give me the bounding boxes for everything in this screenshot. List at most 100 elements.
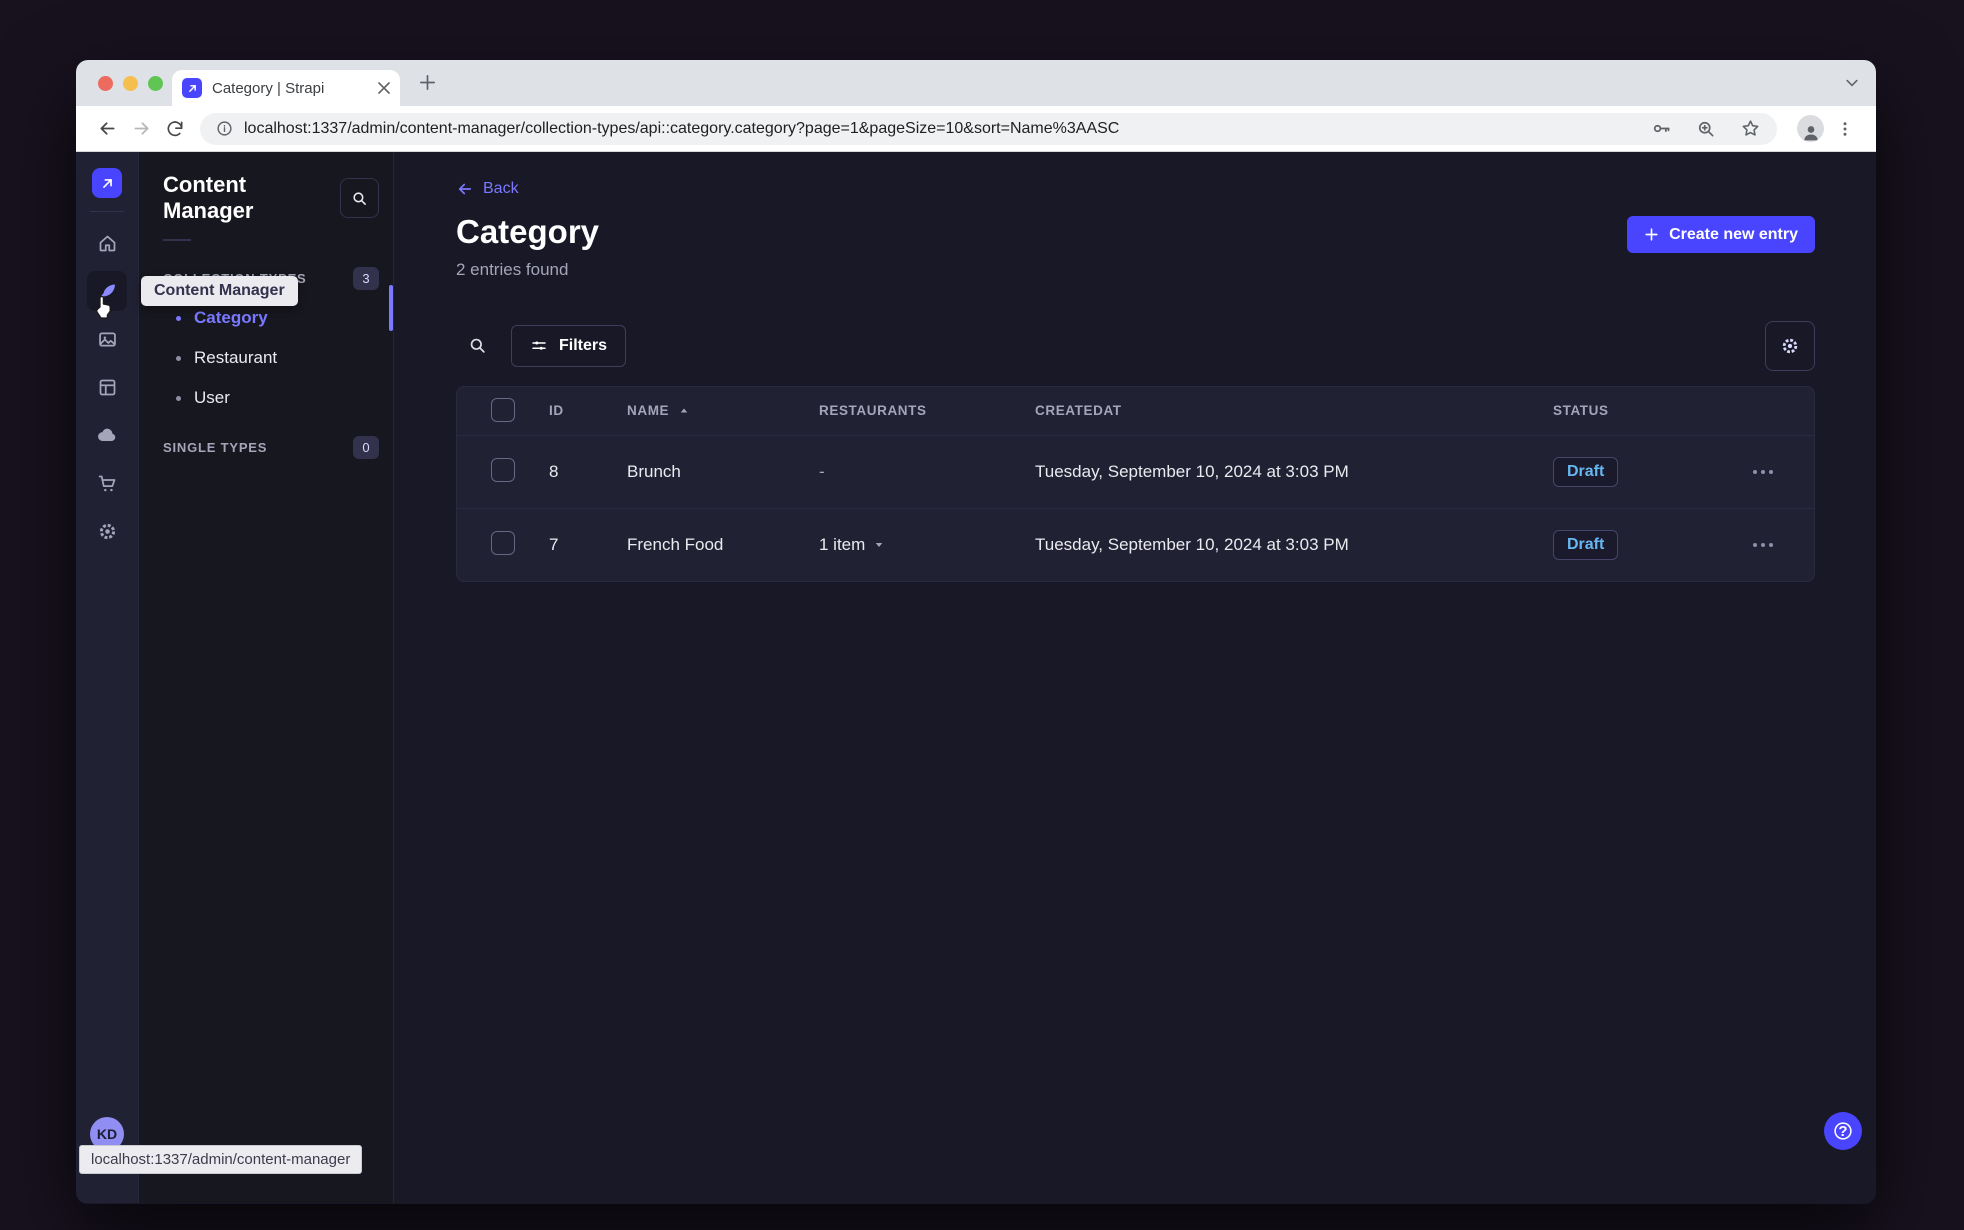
column-header-id[interactable]: ID [549, 403, 627, 418]
content-manager-subnav: Content Manager COLLECTION TYPES 3 Categ… [139, 152, 394, 1203]
ellipsis-icon [1753, 542, 1757, 547]
cell-createdat: Tuesday, September 10, 2024 at 3:03 PM [1035, 461, 1349, 481]
create-new-entry-label: Create new entry [1669, 225, 1798, 243]
password-key-icon[interactable] [1651, 118, 1672, 139]
column-header-status[interactable]: STATUS [1553, 403, 1747, 418]
table-settings-button[interactable] [1765, 320, 1815, 371]
subnav-item-user[interactable]: User [139, 378, 393, 418]
ellipsis-icon [1753, 469, 1757, 474]
row-actions-button[interactable] [1747, 464, 1779, 480]
cell-name: French Food [627, 534, 724, 554]
cloud-icon [98, 428, 116, 441]
active-item-indicator [389, 285, 393, 331]
close-window-button[interactable] [98, 76, 113, 91]
content-manager-tooltip: Content Manager [141, 276, 298, 306]
filters-button[interactable]: Filters [511, 324, 627, 367]
table-header-row: ID NAME RESTAURANTS CREATEDAT STATUS [457, 387, 1814, 435]
layout-icon [99, 379, 115, 395]
tab-title: Category | Strapi [212, 79, 325, 97]
url-bar[interactable]: localhost:1337/admin/content-manager/col… [200, 112, 1777, 145]
chevron-down-icon [876, 542, 883, 547]
gear-icon [1782, 338, 1798, 354]
entries-table: ID NAME RESTAURANTS CREATEDAT STATUS 8 B… [456, 385, 1815, 582]
row-actions-button[interactable] [1747, 537, 1779, 553]
media-library-icon [98, 332, 116, 346]
row-checkbox[interactable] [491, 457, 515, 482]
status-bar-link-preview: localhost:1337/admin/content-manager [79, 1145, 363, 1174]
cell-id: 8 [549, 461, 559, 481]
question-icon: ? [1838, 1122, 1848, 1140]
zoom-page-icon[interactable] [1696, 119, 1716, 139]
subnav-search-button[interactable] [339, 178, 379, 218]
filter-icon [532, 341, 546, 350]
cell-createdat: Tuesday, September 10, 2024 at 3:03 PM [1035, 534, 1349, 554]
search-entries-button[interactable] [456, 325, 498, 367]
back-button[interactable] [90, 112, 124, 146]
column-header-createdat[interactable]: CREATEDAT [1035, 403, 1553, 418]
rail-divider [90, 211, 124, 212]
site-info-icon[interactable] [216, 120, 233, 137]
browser-toolbar: localhost:1337/admin/content-manager/col… [76, 106, 1876, 152]
bullet-icon [176, 355, 181, 361]
strapi-admin-page: KD Content Manager COLLECTION TYPES 3 Ca… [76, 152, 1876, 1203]
sidebar-item-content-type-builder[interactable] [87, 367, 127, 407]
status-badge: Draft [1553, 456, 1619, 487]
home-icon [99, 235, 115, 251]
select-all-checkbox[interactable] [491, 397, 515, 422]
table-row[interactable]: 8 Brunch - Tuesday, September 10, 2024 a… [457, 434, 1814, 508]
plus-icon [1645, 228, 1658, 241]
fullscreen-window-button[interactable] [148, 76, 163, 91]
count-badge: 3 [353, 267, 379, 290]
count-badge: 0 [353, 436, 379, 459]
cell-restaurants[interactable]: 1 item [819, 535, 1035, 555]
sidebar-item-deploy[interactable] [87, 415, 127, 455]
pointer-hand-cursor [91, 294, 115, 325]
help-button[interactable]: ? [1824, 1112, 1862, 1150]
bookmark-star-icon[interactable] [1740, 118, 1761, 139]
window-controls [98, 76, 163, 91]
entries-count: 2 entries found [456, 259, 569, 279]
minimize-window-button[interactable] [123, 76, 138, 91]
sidebar-item-home[interactable] [87, 223, 127, 263]
bullet-icon [176, 395, 181, 401]
browser-menu-icon[interactable] [1828, 112, 1862, 146]
browser-tab[interactable]: Category | Strapi [172, 70, 400, 106]
status-badge: Draft [1553, 529, 1619, 560]
strapi-logo[interactable] [92, 168, 122, 198]
forward-button[interactable] [124, 112, 158, 146]
reload-button[interactable] [158, 112, 192, 146]
subnav-item-label: User [194, 388, 230, 407]
new-tab-button[interactable] [418, 73, 437, 92]
sidebar-item-marketplace[interactable] [87, 463, 127, 503]
filters-label: Filters [559, 336, 608, 354]
column-header-name[interactable]: NAME [627, 403, 819, 418]
browser-profile-avatar[interactable] [1797, 115, 1824, 142]
cart-icon [98, 475, 115, 491]
main-content: Back Category 2 entries found Create new… [394, 152, 1876, 1203]
single-types-section-header: SINGLE TYPES 0 [139, 436, 393, 459]
subnav-item-restaurant[interactable]: Restaurant [139, 338, 393, 378]
column-header-restaurants[interactable]: RESTAURANTS [819, 403, 1035, 418]
cell-restaurants: - [819, 461, 825, 481]
row-checkbox[interactable] [491, 530, 515, 555]
subnav-title: Content Manager [163, 172, 254, 223]
tab-search-chevron-icon[interactable] [1844, 75, 1860, 91]
create-new-entry-button[interactable]: Create new entry [1627, 216, 1815, 253]
tab-close-icon[interactable] [378, 82, 390, 94]
cell-id: 7 [549, 534, 559, 554]
section-label: SINGLE TYPES [163, 440, 268, 455]
cell-name: Brunch [627, 461, 681, 481]
back-label: Back [483, 180, 519, 197]
back-link[interactable]: Back [456, 180, 519, 198]
sidebar-item-media-library[interactable] [87, 319, 127, 359]
arrow-left-icon [458, 183, 472, 195]
table-row[interactable]: 7 French Food 1 item Tuesday, September … [457, 507, 1814, 581]
sidebar-item-settings[interactable] [87, 511, 127, 551]
subnav-divider [163, 239, 191, 241]
subnav-item-label: Restaurant [194, 348, 278, 367]
search-icon [353, 191, 366, 205]
url-text[interactable]: localhost:1337/admin/content-manager/col… [244, 120, 1639, 138]
page-title: Category [456, 213, 600, 250]
gear-icon [99, 523, 115, 539]
subnav-item-label: Category [194, 308, 268, 327]
